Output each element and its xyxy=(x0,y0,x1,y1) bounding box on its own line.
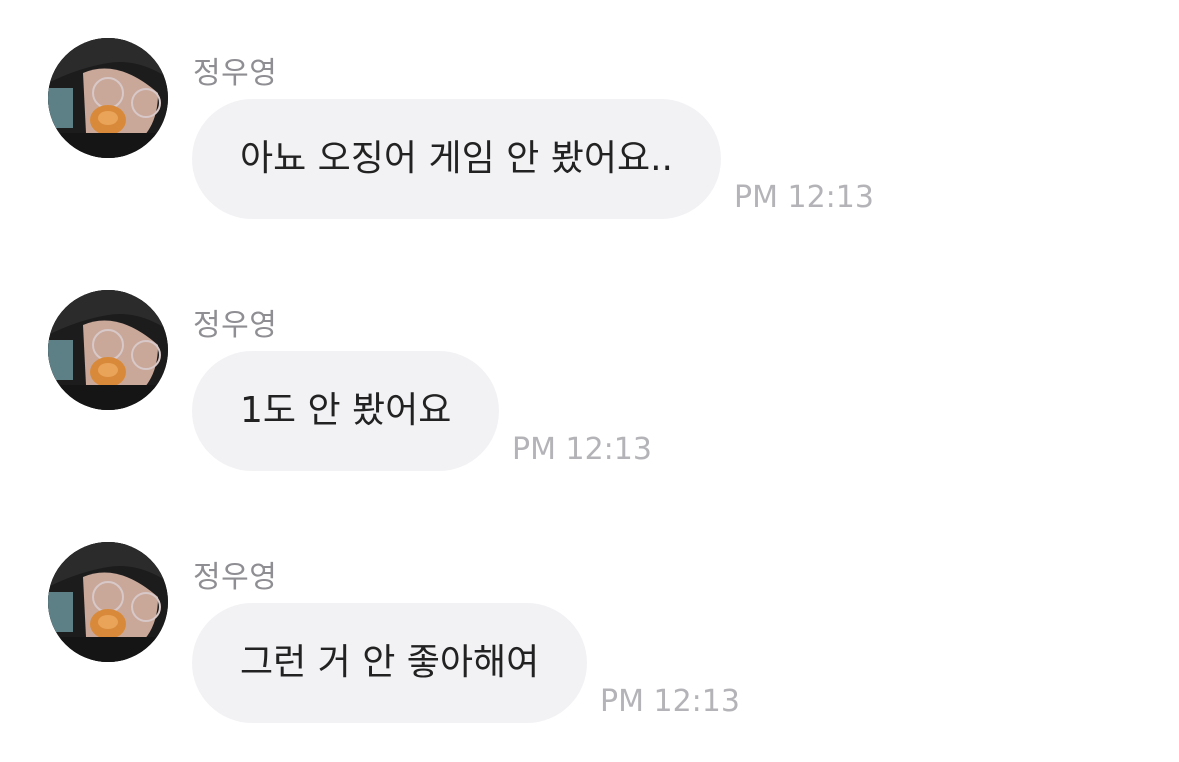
avatar-photo xyxy=(48,290,168,410)
sender-name: 정우영 xyxy=(193,56,278,91)
message-row: 정우영 1도 안 봤어요 PM 12:13 xyxy=(0,252,1179,471)
message-time: PM 12:13 xyxy=(600,684,740,719)
message-time: PM 12:13 xyxy=(734,180,874,215)
avatar[interactable] xyxy=(48,542,168,662)
message-time: PM 12:13 xyxy=(512,432,652,467)
message-row: 정우영 아뇨 오징어 게임 안 봤어요.. PM 12:13 xyxy=(0,0,1179,219)
sender-name: 정우영 xyxy=(193,308,278,343)
message-bubble[interactable]: 1도 안 봤어요 xyxy=(192,351,500,471)
avatar-photo xyxy=(48,38,168,158)
avatar[interactable] xyxy=(48,290,168,410)
message-row: 정우영 그런 거 안 좋아해여 PM 12:13 xyxy=(0,504,1179,723)
message-bubble[interactable]: 그런 거 안 좋아해여 xyxy=(192,603,588,723)
avatar-photo xyxy=(48,542,168,662)
avatar[interactable] xyxy=(48,38,168,158)
sender-name: 정우영 xyxy=(193,560,278,595)
message-bubble[interactable]: 아뇨 오징어 게임 안 봤어요.. xyxy=(192,99,721,219)
